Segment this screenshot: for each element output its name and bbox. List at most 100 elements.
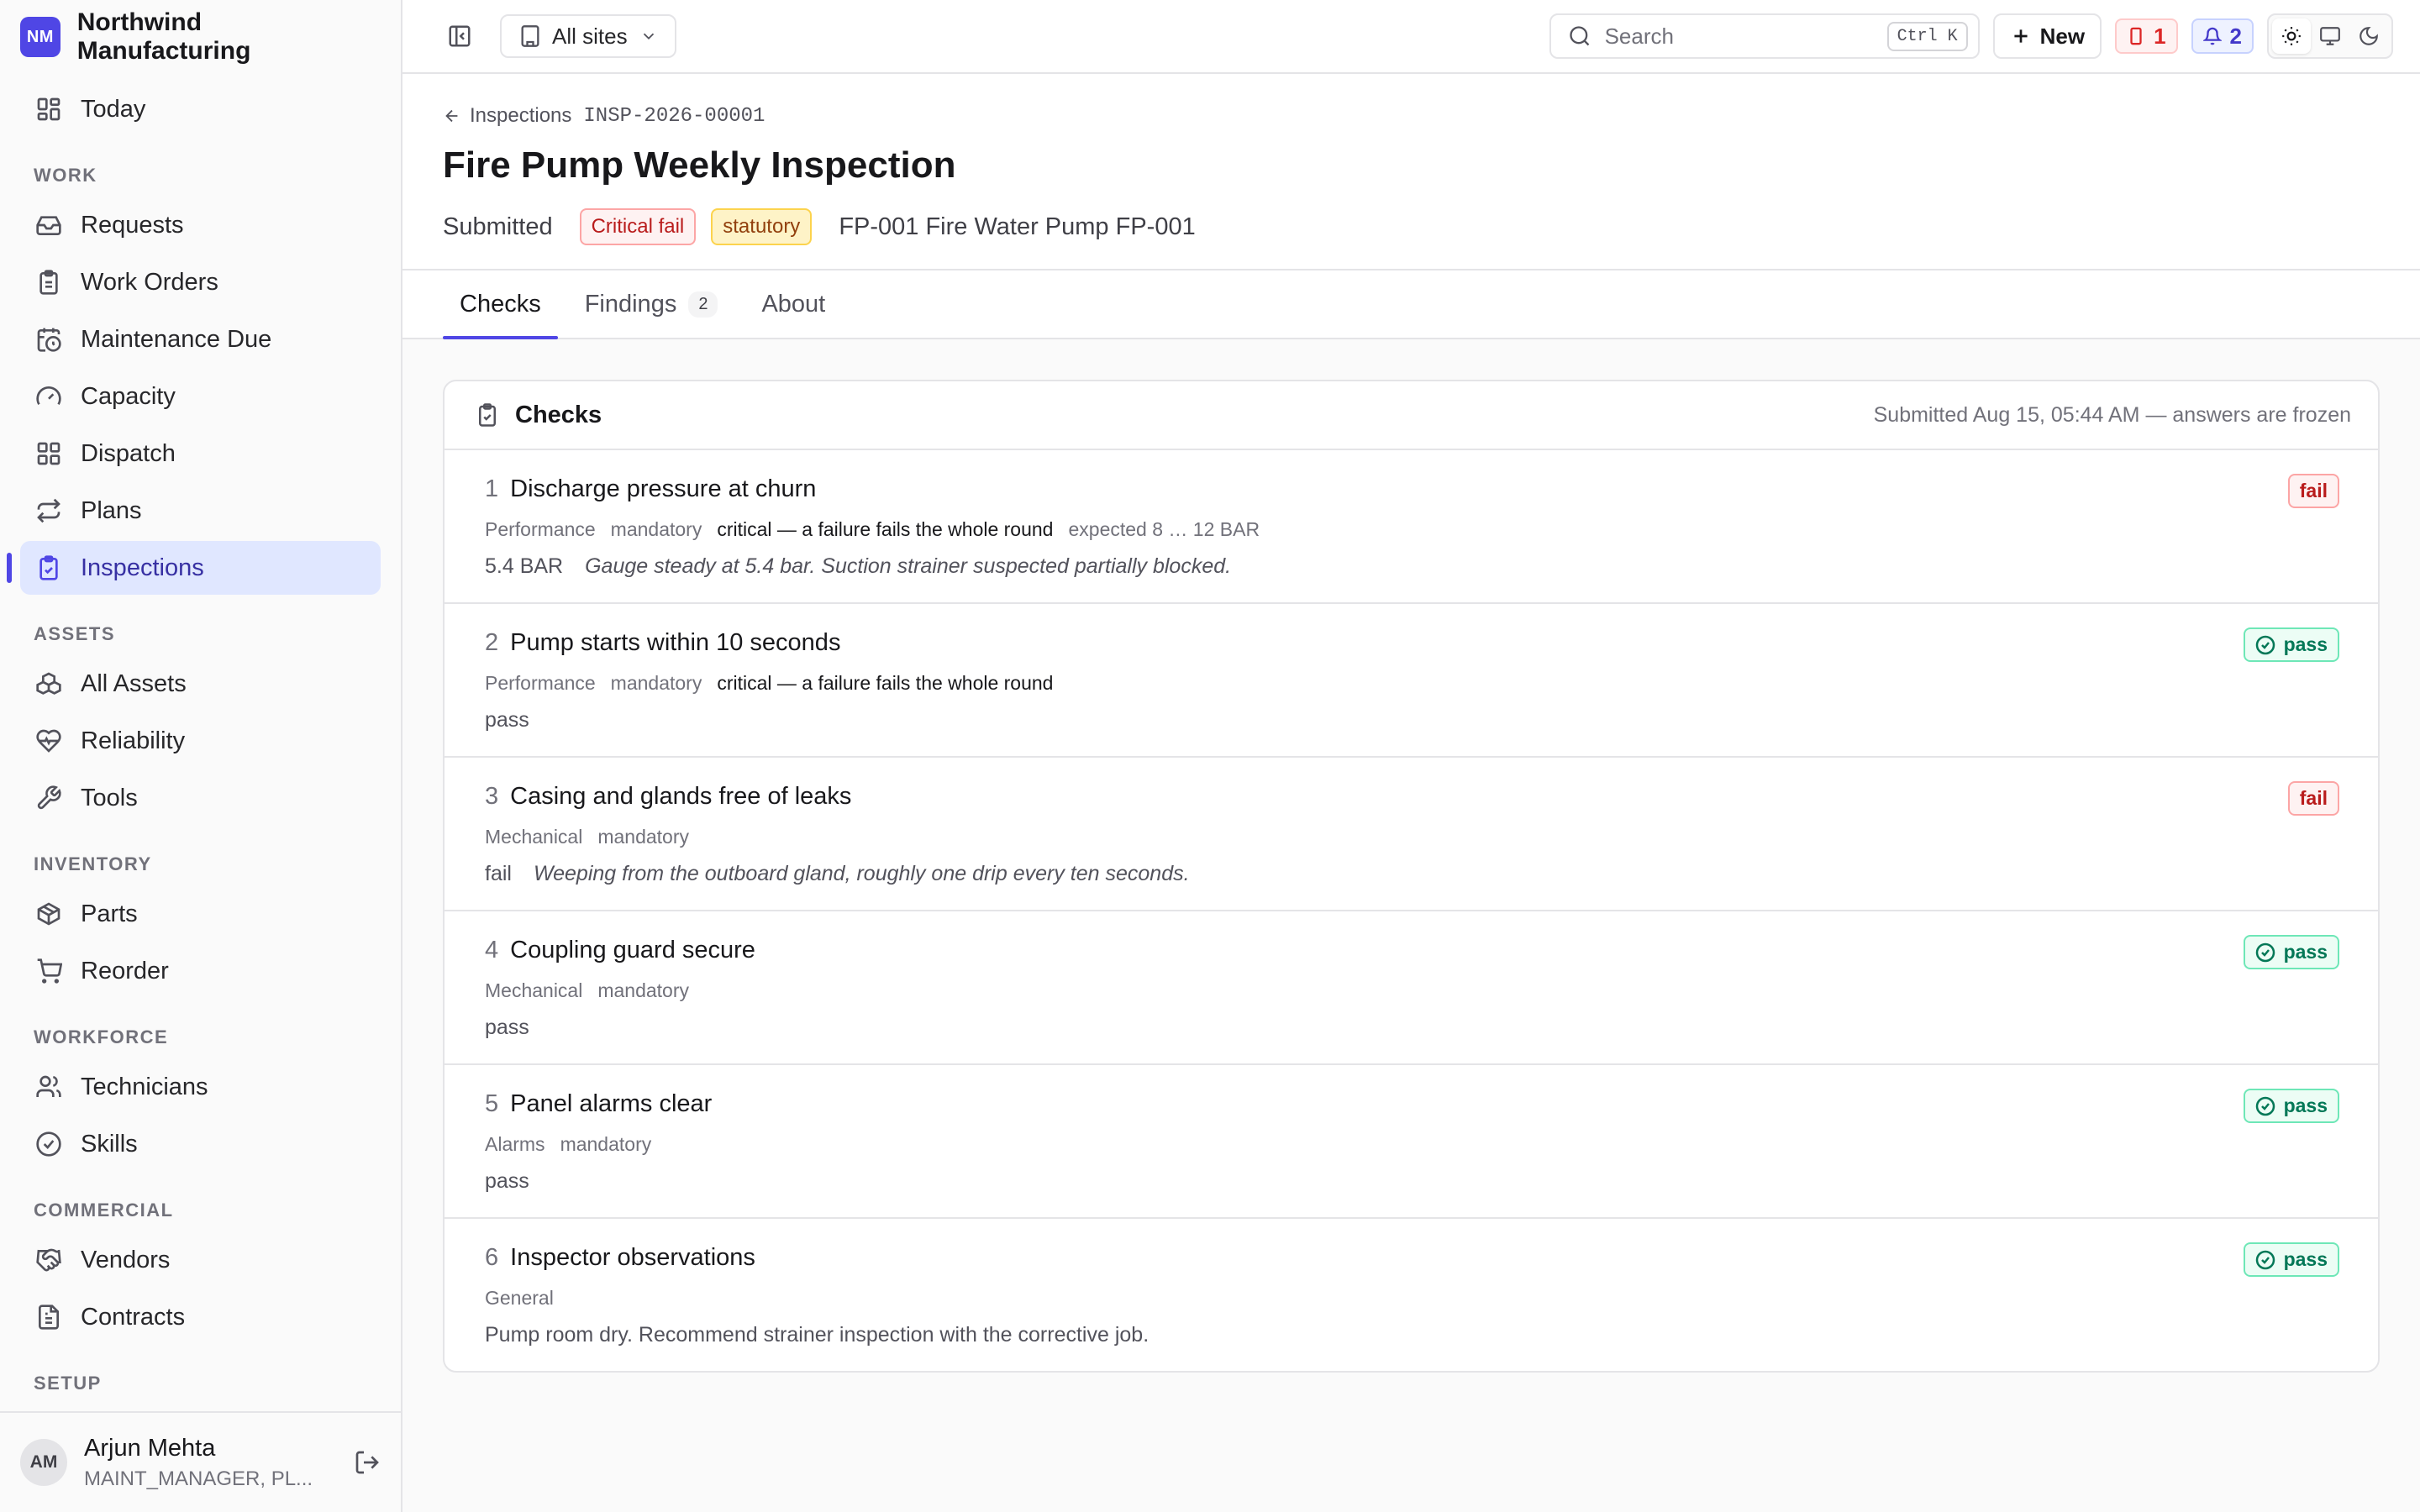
sidebar-item-capacity[interactable]: Capacity xyxy=(20,370,381,423)
check-tags: Mechanical mandatory xyxy=(485,979,2338,1002)
handshake-icon xyxy=(36,1248,61,1272)
sidebar-item-label: Technicians xyxy=(81,1073,208,1100)
sidebar-item-label: Capacity xyxy=(81,382,176,410)
result-fail-badge: fail xyxy=(2287,781,2339,816)
brand[interactable]: NM Northwind Manufacturing xyxy=(0,0,401,74)
check-title: 1 Discharge pressure at churn xyxy=(485,475,2338,503)
check-item: 3 Casing and glands free of leaks Mechan… xyxy=(445,758,2378,911)
sidebar-item-work-orders[interactable]: Work Orders xyxy=(20,255,381,309)
search-input[interactable] xyxy=(1604,23,1887,50)
theme-dark-button[interactable] xyxy=(2349,18,2388,54)
user-bar: AM Arjun Mehta MAINT_MANAGER, PL... xyxy=(0,1411,401,1512)
check-title: 4 Coupling guard secure xyxy=(485,937,2338,964)
sidebar-item-skills[interactable]: Skills xyxy=(20,1117,381,1171)
new-button[interactable]: New xyxy=(1992,13,2102,59)
package-icon xyxy=(37,902,60,926)
theme-light-button[interactable] xyxy=(2272,18,2311,54)
sidebar-item-label: Tools xyxy=(81,784,138,811)
clipboard-check-icon xyxy=(479,403,496,427)
findings-count-badge: 2 xyxy=(688,291,718,318)
theme-system-button[interactable] xyxy=(2311,18,2349,54)
logout-icon[interactable] xyxy=(354,1449,381,1476)
tab-label: Findings xyxy=(584,290,677,318)
nav-section-workforce: WORKFORCE xyxy=(34,1026,169,1047)
result-label: pass xyxy=(2283,633,2328,655)
check-note: Weeping from the outboard gland, roughly… xyxy=(533,862,1190,885)
file-text-icon xyxy=(39,1305,59,1330)
check-number: 2 xyxy=(485,629,499,656)
check-answer-value: pass xyxy=(485,1016,529,1039)
check-circle-icon xyxy=(2255,1250,2275,1269)
brand-name: Northwind Manufacturing xyxy=(76,8,251,65)
check-answer: pass xyxy=(485,708,2338,756)
alerts-button[interactable]: 1 xyxy=(2115,18,2178,54)
sidebar-item-contracts[interactable]: Contracts xyxy=(20,1290,381,1344)
main: All sites Ctrl K New 1 2 xyxy=(402,0,2420,1512)
tab-findings[interactable]: Findings 2 xyxy=(568,270,735,338)
sidebar-item-label: Today xyxy=(81,95,146,123)
check-title-text: Casing and glands free of leaks xyxy=(510,783,852,810)
bell-icon xyxy=(2202,27,2222,45)
check-tags: Performance mandatory critical — a failu… xyxy=(485,518,2338,541)
check-answer: Pump room dry. Recommend strainer inspec… xyxy=(485,1323,2338,1371)
breadcrumb-code: INSP-2026-00001 xyxy=(583,104,765,128)
notifications-button[interactable]: 2 xyxy=(2191,18,2254,54)
asset-link[interactable]: FP-001 Fire Water Pump FP-001 xyxy=(839,213,1195,241)
result-label: fail xyxy=(2299,787,2328,809)
check-title-text: Inspector observations xyxy=(510,1244,755,1271)
nav-section-assets: ASSETS xyxy=(34,623,116,644)
check-circle-icon xyxy=(2255,942,2275,962)
tab-checks[interactable]: Checks xyxy=(443,270,558,339)
brand-logo: NM xyxy=(20,17,60,57)
repeat-icon xyxy=(37,498,60,523)
check-title-text: Panel alarms clear xyxy=(510,1090,713,1117)
check-number: 5 xyxy=(485,1090,499,1117)
check-title: 6 Inspector observations xyxy=(485,1244,2338,1272)
sidebar-item-label: Inspections xyxy=(81,554,204,581)
sidebar-item-technicians[interactable]: Technicians xyxy=(20,1060,381,1114)
checks-card: Checks Submitted Aug 15, 05:44 AM — answ… xyxy=(443,380,2380,1373)
search-box[interactable]: Ctrl K xyxy=(1549,13,1980,59)
alert-device-icon xyxy=(2130,27,2142,45)
check-tags: Performance mandatory critical — a failu… xyxy=(485,672,2338,695)
sidebar-item-plans[interactable]: Plans xyxy=(20,484,381,538)
tab-about[interactable]: About xyxy=(744,270,842,338)
checks-card-title: Checks xyxy=(515,401,602,428)
site-select[interactable]: All sites xyxy=(500,14,676,58)
new-button-label: New xyxy=(2039,23,2086,49)
sidebar-item-today[interactable]: Today xyxy=(20,82,381,136)
arrow-left-icon[interactable] xyxy=(443,107,461,125)
check-critical: critical — a failure fails the whole rou… xyxy=(717,672,1054,694)
sidebar-item-parts[interactable]: Parts xyxy=(20,887,381,941)
check-note: Gauge steady at 5.4 bar. Suction straine… xyxy=(585,554,1232,578)
check-number: 6 xyxy=(485,1244,499,1271)
breadcrumb-parent-link[interactable]: Inspections xyxy=(470,104,571,128)
gauge-icon xyxy=(36,386,61,405)
sidebar-item-maintenance-due[interactable]: Maintenance Due xyxy=(20,312,381,366)
result-fail-badge: fail xyxy=(2287,474,2339,508)
toggle-sidebar-button[interactable] xyxy=(443,19,476,53)
inspection-meta: Submitted Critical fail statutory FP-001… xyxy=(443,208,2380,269)
user-info: Arjun Mehta MAINT_MANAGER, PL... xyxy=(84,1435,354,1491)
submitted-note: Submitted Aug 15, 05:44 AM — answers are… xyxy=(1873,402,2351,427)
sidebar-item-tools[interactable]: Tools xyxy=(20,771,381,825)
inbox-icon xyxy=(36,216,61,235)
building-icon xyxy=(521,25,539,47)
check-category: Mechanical xyxy=(485,979,583,1001)
avatar[interactable]: AM xyxy=(20,1439,67,1486)
check-answer-value: pass xyxy=(485,708,529,732)
result-pass-badge: pass xyxy=(2243,1242,2339,1277)
check-item: 6 Inspector observations General Pump ro… xyxy=(445,1219,2378,1371)
sidebar: NM Northwind Manufacturing Today WORK Re… xyxy=(0,0,402,1512)
sidebar-item-dispatch[interactable]: Dispatch xyxy=(20,427,381,480)
sidebar-nav: Today WORK Requests Work Orders Maintena… xyxy=(0,74,401,1406)
sidebar-item-reorder[interactable]: Reorder xyxy=(20,944,381,998)
sidebar-item-vendors[interactable]: Vendors xyxy=(20,1233,381,1287)
clipboard-check-icon xyxy=(39,555,58,580)
result-label: pass xyxy=(2283,1095,2328,1116)
sidebar-item-label: Dispatch xyxy=(81,439,176,467)
sidebar-item-all-assets[interactable]: All Assets xyxy=(20,657,381,711)
sidebar-item-requests[interactable]: Requests xyxy=(20,198,381,252)
sidebar-item-inspections[interactable]: Inspections xyxy=(7,541,381,595)
sidebar-item-reliability[interactable]: Reliability xyxy=(20,714,381,768)
